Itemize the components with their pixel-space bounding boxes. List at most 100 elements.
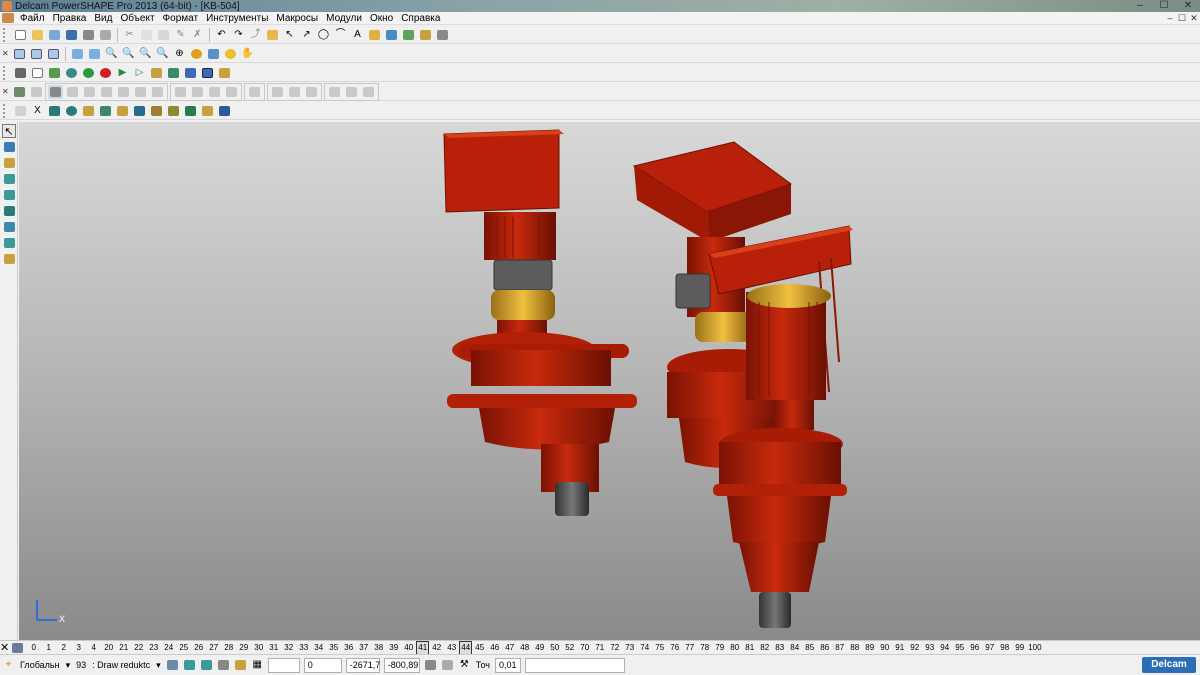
cut-icon[interactable]: ✂ (122, 28, 137, 42)
level-47[interactable]: 47 (502, 642, 517, 654)
level-2[interactable]: 2 (56, 642, 71, 654)
workplane-status-icon[interactable]: ⌖ (1, 658, 16, 672)
document-icon[interactable] (2, 13, 14, 23)
new-icon[interactable] (13, 28, 28, 42)
menu-tools[interactable]: Инструменты (202, 12, 272, 25)
level-84[interactable]: 84 (787, 642, 802, 654)
level-96[interactable]: 96 (967, 642, 982, 654)
quick-select-icon[interactable]: ↖ (282, 28, 297, 42)
surface-tool-5-icon[interactable] (116, 85, 131, 99)
tools-icon[interactable] (435, 28, 450, 42)
levelbar-close-icon[interactable]: ✕ (0, 641, 9, 654)
level-46[interactable]: 46 (487, 642, 502, 654)
level-36[interactable]: 36 (341, 642, 356, 654)
minimize-button[interactable]: ‒ (1128, 0, 1152, 12)
surface-tool-9-icon[interactable] (190, 85, 205, 99)
calculator-icon[interactable] (13, 66, 28, 80)
surface-tool-16-icon[interactable] (327, 85, 342, 99)
level-86[interactable]: 86 (817, 642, 832, 654)
level-43[interactable]: 43 (444, 642, 459, 654)
coord-x-field[interactable]: -2671,7 (345, 657, 380, 673)
circle-icon[interactable]: ◯ (316, 28, 331, 42)
open-folder-icon[interactable] (30, 28, 45, 42)
level-21[interactable]: 21 (116, 642, 131, 654)
redo-icon[interactable]: ↷ (231, 28, 246, 42)
calc-icon[interactable] (423, 658, 438, 672)
smart-cursor-icon[interactable] (233, 658, 248, 672)
level-35[interactable]: 35 (326, 642, 341, 654)
surface-tool-17-icon[interactable] (344, 85, 359, 99)
grid-icon[interactable]: ▦ (250, 658, 265, 672)
level-100[interactable]: 100 (1027, 642, 1042, 654)
solid-history-icon[interactable] (166, 104, 181, 118)
level-40[interactable]: 40 (401, 642, 416, 654)
cap-icon[interactable] (64, 66, 79, 80)
snap-icon-1[interactable] (165, 658, 180, 672)
solid-mirror-icon[interactable] (217, 104, 232, 118)
menu-format[interactable]: Формат (159, 12, 203, 25)
tolerance-icon[interactable]: ⚒ (457, 658, 472, 672)
level-42[interactable]: 42 (429, 642, 444, 654)
toolbar-close-icon[interactable]: ✕ (2, 87, 11, 96)
level-97[interactable]: 97 (982, 642, 997, 654)
level-82[interactable]: 82 (757, 642, 772, 654)
arc-icon[interactable]: ⌒ (333, 28, 348, 42)
zoom-out-icon[interactable]: 🔍 (155, 47, 170, 61)
light-icon[interactable] (223, 47, 238, 61)
level-4[interactable]: 4 (86, 642, 101, 654)
solid-pattern-icon[interactable] (183, 104, 198, 118)
line-icon[interactable]: ↗ (299, 28, 314, 42)
level-0[interactable]: 0 (26, 642, 41, 654)
solid-disabled-icon[interactable] (13, 104, 28, 118)
select-arrow-icon[interactable]: ↖ (2, 124, 16, 138)
level-26[interactable]: 26 (191, 642, 206, 654)
shaded-icon[interactable] (189, 47, 204, 61)
clipboard-icon[interactable] (440, 658, 455, 672)
text-icon[interactable]: A (350, 28, 365, 42)
solid-shell-icon[interactable] (132, 104, 147, 118)
level-30[interactable]: 30 (251, 642, 266, 654)
surface-tool-8-icon[interactable] (173, 85, 188, 99)
open-model-icon[interactable] (47, 28, 62, 42)
coord-y-field[interactable]: -800,89 (383, 657, 420, 673)
document-icon[interactable] (30, 66, 45, 80)
mesh-side-icon[interactable] (2, 236, 16, 250)
repeat-icon[interactable]: ⤴ (248, 28, 263, 42)
box-icon[interactable] (149, 66, 164, 80)
level-74[interactable]: 74 (637, 642, 652, 654)
level-45[interactable]: 45 (472, 642, 487, 654)
level-50[interactable]: 50 (547, 642, 562, 654)
delete-icon[interactable]: ✗ (190, 28, 205, 42)
maximize-button[interactable]: ☐ (1152, 0, 1176, 12)
workplane-select[interactable]: Глобальн (20, 660, 60, 670)
edit-icon[interactable]: ✎ (173, 28, 188, 42)
coord-z-field[interactable]: 0 (303, 657, 342, 673)
view-iso1-icon[interactable] (70, 47, 85, 61)
level-94[interactable]: 94 (937, 642, 952, 654)
surface-tool-2-icon[interactable] (65, 85, 80, 99)
point-icon[interactable] (2, 156, 16, 170)
level-name-select[interactable]: : Draw reduktc (92, 660, 150, 670)
mesh-icon[interactable] (401, 28, 416, 42)
solid-side-icon[interactable] (2, 204, 16, 218)
snap-icon-2[interactable] (182, 658, 197, 672)
toolbar-grip[interactable] (3, 27, 9, 42)
question-icon[interactable] (183, 66, 198, 80)
level-20[interactable]: 20 (101, 642, 116, 654)
level-83[interactable]: 83 (772, 642, 787, 654)
surface-icon[interactable] (367, 28, 382, 42)
level-37[interactable]: 37 (356, 642, 371, 654)
level-93[interactable]: 93 (922, 642, 937, 654)
view-top-icon[interactable] (46, 47, 61, 61)
level-48[interactable]: 48 (517, 642, 532, 654)
solid-icon[interactable] (384, 28, 399, 42)
level-31[interactable]: 31 (266, 642, 281, 654)
layer-icon[interactable] (166, 66, 181, 80)
level-71[interactable]: 71 (592, 642, 607, 654)
surface-tool-18-icon[interactable] (361, 85, 376, 99)
wireframe-icon[interactable] (206, 47, 221, 61)
assembly-icon[interactable] (2, 220, 16, 234)
solid-check-icon[interactable] (200, 104, 215, 118)
view-front-icon[interactable] (12, 47, 27, 61)
surface-tool-12-icon[interactable] (247, 85, 262, 99)
